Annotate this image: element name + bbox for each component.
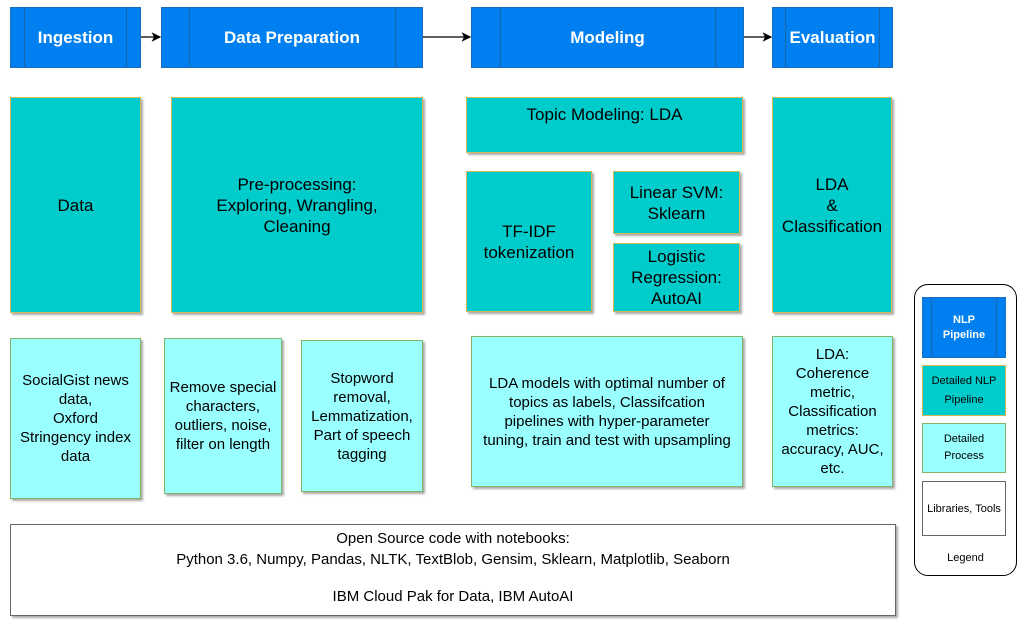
- pipeline-data: Data: [10, 97, 141, 313]
- tools-line-2: Python 3.6, Numpy, Pandas, NLTK, TextBlo…: [176, 551, 730, 568]
- process-modeling: LDA models with optimal number of topics…: [471, 336, 743, 487]
- pipeline-topic-modeling: Topic Modeling: LDA: [466, 97, 743, 153]
- legend-title: Legend: [947, 552, 984, 564]
- legend-detailed-nlp-pipeline: Detailed NLP Pipeline: [922, 365, 1006, 416]
- pipeline-logistic-regression: Logistic Regression: AutoAI: [613, 243, 740, 312]
- pipeline-tfidf: TF-IDF tokenization: [466, 171, 592, 312]
- legend-libraries-tools: Libraries, Tools: [922, 481, 1006, 536]
- pipeline-preprocessing: Pre-processing: Exploring, Wrangling, Cl…: [171, 97, 423, 313]
- process-ingestion: SocialGist news data, Oxford Stringency …: [10, 338, 141, 499]
- pipeline-topic-modeling-label: Topic Modeling: LDA: [526, 105, 683, 124]
- stage-arrows: [141, 32, 773, 42]
- legend-nlp-pipeline-label: NLP Pipeline: [942, 313, 986, 341]
- legend-detailed-process: Detailed Process: [922, 423, 1006, 473]
- tools-box: Open Source code with notebooks: Python …: [10, 524, 896, 616]
- legend-nlp-pipeline: NLP Pipeline: [922, 297, 1006, 358]
- pipeline-evaluation: LDA & Classification: [772, 97, 892, 313]
- tools-line-3: IBM Cloud Pak for Data, IBM AutoAI: [332, 588, 574, 605]
- process-nlp: Stopword removal, Lemmatization, Part of…: [301, 340, 423, 492]
- tools-line-1: Open Source code with notebooks:: [336, 530, 570, 547]
- process-evaluation: LDA: Coherence metric, Classification me…: [772, 336, 893, 487]
- pipeline-linear-svm: Linear SVM: Sklearn: [613, 171, 740, 234]
- process-cleaning: Remove special characters, outliers, noi…: [164, 338, 282, 494]
